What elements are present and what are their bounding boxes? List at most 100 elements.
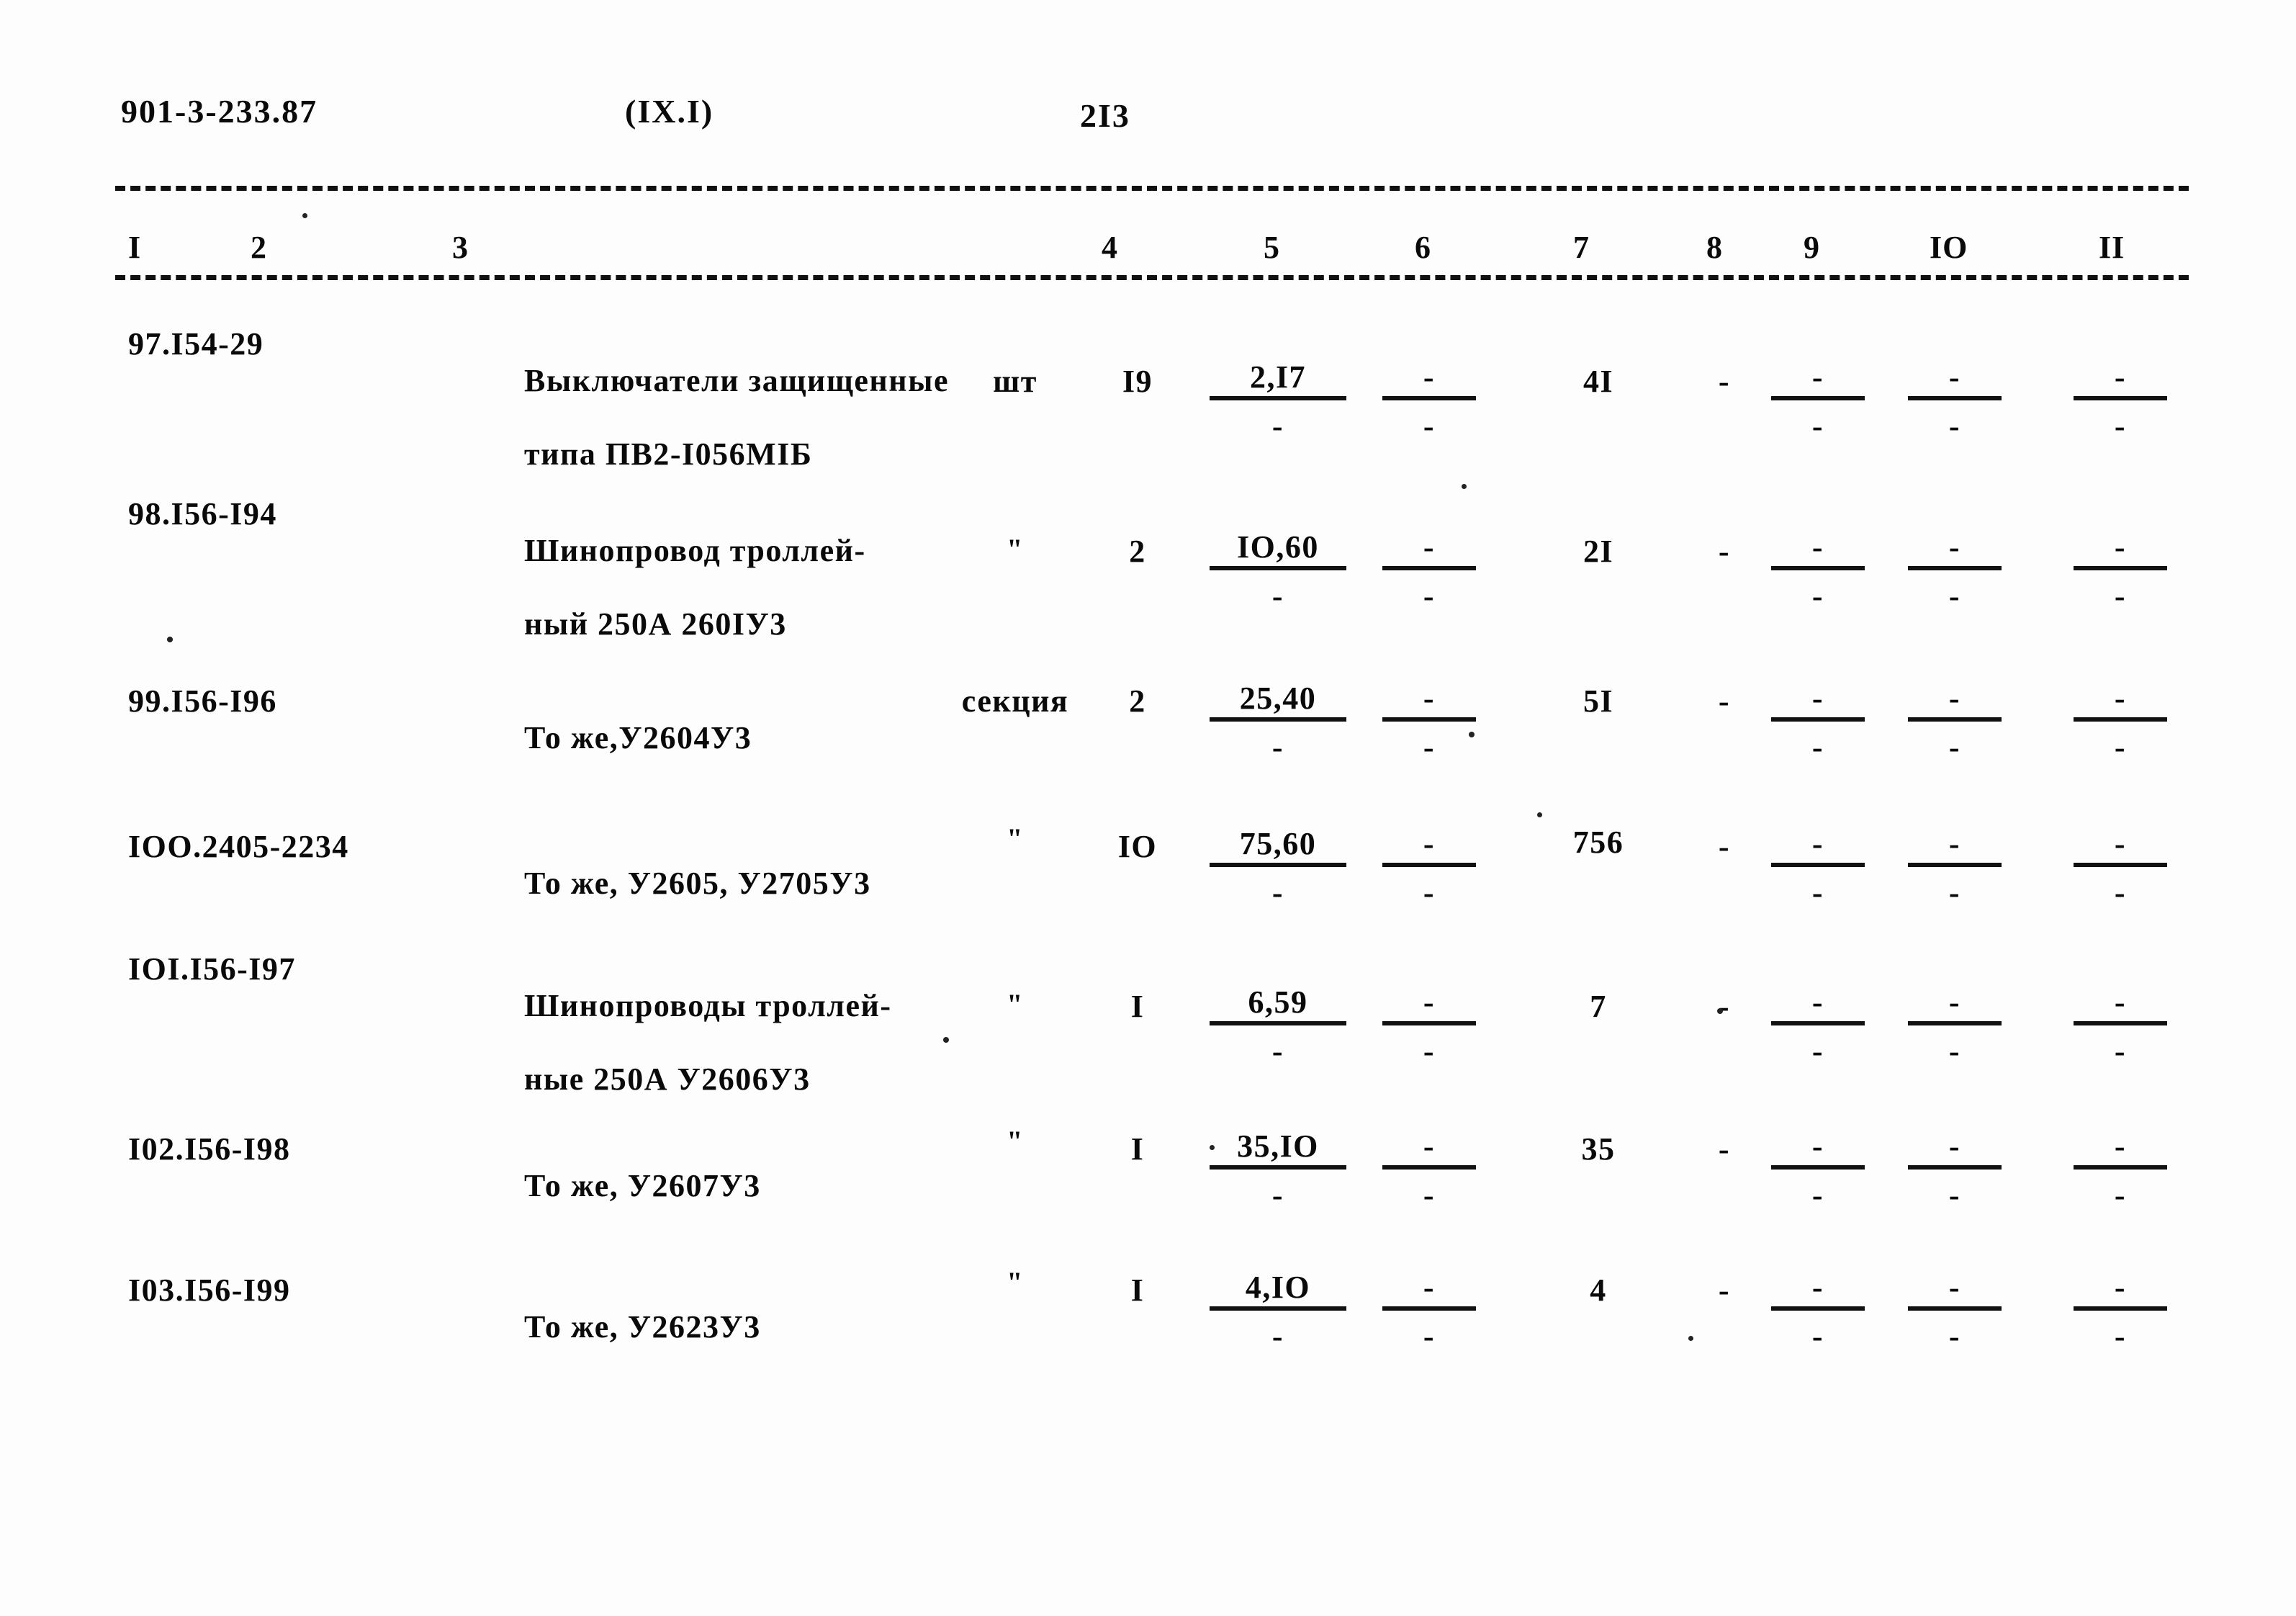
row-col8: -	[1718, 1131, 1731, 1167]
row-quantity: I	[1130, 989, 1145, 1024]
row-col11-numerator: -	[2074, 1272, 2167, 1311]
row-col5-fraction: 2,I7 -	[1210, 362, 1346, 442]
row-col9-denominator: -	[1811, 1033, 1824, 1069]
row-col6-fraction: - -	[1382, 987, 1476, 1067]
row-col6-numerator: -	[1382, 1272, 1476, 1311]
row-col7: 4	[1590, 1272, 1607, 1308]
row-col6-fraction: - -	[1382, 828, 1476, 909]
row-col9-denominator: -	[1811, 578, 1824, 614]
row-name: То же, У2605, У2705У3	[452, 828, 871, 938]
row-col5-denominator: -	[1271, 1177, 1284, 1213]
row-col6-numerator: -	[1382, 362, 1476, 400]
row-col6-numerator: -	[1382, 683, 1476, 722]
row-name: Шинопровод троллей- ный 250А 260IУ3	[452, 495, 866, 679]
row-col11-fraction: - -	[2074, 1131, 2167, 1211]
row-unit: секция	[961, 683, 1069, 719]
row-col5-denominator: -	[1271, 875, 1284, 910]
row-col9-numerator: -	[1771, 828, 1865, 867]
row-unit: шт	[993, 364, 1037, 399]
row-col8: -	[1718, 1272, 1731, 1308]
scan-speckle	[1688, 1336, 1693, 1341]
row-col10-denominator: -	[1948, 875, 1961, 910]
scan-speckle	[167, 637, 173, 642]
row-col5-denominator: -	[1271, 578, 1284, 614]
row-col5-numerator: 35,IO	[1210, 1131, 1346, 1170]
row-col10-fraction: - -	[1908, 362, 2002, 442]
row-code: I03.I56-I99	[128, 1272, 291, 1308]
row-code: 97.I54-29	[128, 326, 264, 362]
row-col11-denominator: -	[2114, 875, 2127, 910]
scan-speckle	[1469, 732, 1475, 737]
row-name: Шинопроводы троллей- ные 250А У2606У3	[452, 951, 892, 1134]
row-col6-fraction: - -	[1382, 362, 1476, 442]
row-unit: "	[1007, 1266, 1024, 1298]
row-quantity: IO	[1117, 829, 1158, 864]
row-code: IOI.I56-I97	[128, 951, 296, 987]
row-col6-numerator: -	[1382, 828, 1476, 867]
row-col5-fraction: 6,59 -	[1210, 987, 1346, 1067]
scan-speckle	[1210, 1145, 1215, 1150]
row-col6-denominator: -	[1423, 408, 1436, 444]
row-col9-denominator: -	[1811, 1177, 1824, 1213]
row-col7: 5I	[1583, 683, 1614, 719]
row-col5-numerator: 4,IO	[1210, 1272, 1346, 1311]
row-col11-numerator: -	[2074, 1131, 2167, 1170]
row-col6-fraction: - -	[1382, 1272, 1476, 1352]
row-name: То же, У2623У3	[452, 1272, 761, 1382]
row-col5-numerator: 2,I7	[1210, 362, 1346, 400]
row-quantity: I9	[1122, 364, 1153, 399]
row-col10-denominator: -	[1948, 1177, 1961, 1213]
row-col6-fraction: - -	[1382, 531, 1476, 612]
row-col10-numerator: -	[1908, 1272, 2002, 1311]
row-col6-denominator: -	[1423, 1177, 1436, 1213]
row-col5-denominator: -	[1271, 1033, 1284, 1069]
row-col5-fraction: IO,60 -	[1210, 531, 1346, 612]
row-col11-fraction: - -	[2074, 828, 2167, 909]
row-name-line1: То же, У2623У3	[524, 1309, 761, 1345]
row-col11-numerator: -	[2074, 828, 2167, 867]
scan-speckle	[1717, 1008, 1723, 1014]
row-col6-denominator: -	[1423, 730, 1436, 765]
row-col6-numerator: -	[1382, 531, 1476, 570]
row-col10-fraction: - -	[1908, 828, 2002, 909]
row-col8: -	[1718, 829, 1731, 864]
row-col11-fraction: - -	[2074, 683, 2167, 763]
row-code: IOO.2405-2234	[128, 829, 349, 864]
row-col5-denominator: -	[1271, 730, 1284, 765]
row-code: I02.I56-I98	[128, 1131, 291, 1167]
row-col10-fraction: - -	[1908, 1272, 2002, 1352]
row-col10-denominator: -	[1948, 730, 1961, 765]
scan-speckle	[1462, 484, 1467, 489]
row-col6-numerator: -	[1382, 987, 1476, 1025]
row-col7: 4I	[1583, 364, 1614, 399]
row-col9-fraction: - -	[1771, 987, 1865, 1067]
row-col5-numerator: 75,60	[1210, 828, 1346, 867]
row-col11-fraction: - -	[2074, 987, 2167, 1067]
row-col5-numerator: IO,60	[1210, 531, 1346, 570]
row-col9-denominator: -	[1811, 408, 1824, 444]
row-quantity: I	[1130, 1131, 1145, 1167]
row-col6-denominator: -	[1423, 1319, 1436, 1354]
row-col6-denominator: -	[1423, 875, 1436, 910]
table-body: 97.I54-29 Выключатели защищенные типа ПВ…	[0, 0, 2296, 1616]
row-name: То же, У2607У3	[452, 1131, 761, 1241]
row-col11-denominator: -	[2114, 578, 2127, 614]
row-col9-numerator: -	[1771, 531, 1865, 570]
document-page: 901-3-233.87 (IX.I) 2I3 I 2 3 4 5 6 7 8 …	[0, 0, 2296, 1616]
row-col10-numerator: -	[1908, 531, 2002, 570]
scan-speckle	[1537, 812, 1542, 817]
row-unit: "	[1007, 988, 1024, 1020]
row-unit: "	[1007, 1125, 1024, 1157]
row-col11-numerator: -	[2074, 683, 2167, 722]
row-col5-fraction: 25,40 -	[1210, 683, 1346, 763]
row-col9-numerator: -	[1771, 1131, 1865, 1170]
row-col6-numerator: -	[1382, 1131, 1476, 1170]
row-col11-numerator: -	[2074, 531, 2167, 570]
row-unit: "	[1007, 822, 1024, 855]
row-col5-numerator: 25,40	[1210, 683, 1346, 722]
row-name-line1: То же, У2607У3	[524, 1168, 761, 1204]
row-col5-fraction: 35,IO -	[1210, 1131, 1346, 1211]
row-col11-denominator: -	[2114, 1033, 2127, 1069]
row-col7: 2I	[1583, 534, 1614, 569]
row-col11-denominator: -	[2114, 1177, 2127, 1213]
